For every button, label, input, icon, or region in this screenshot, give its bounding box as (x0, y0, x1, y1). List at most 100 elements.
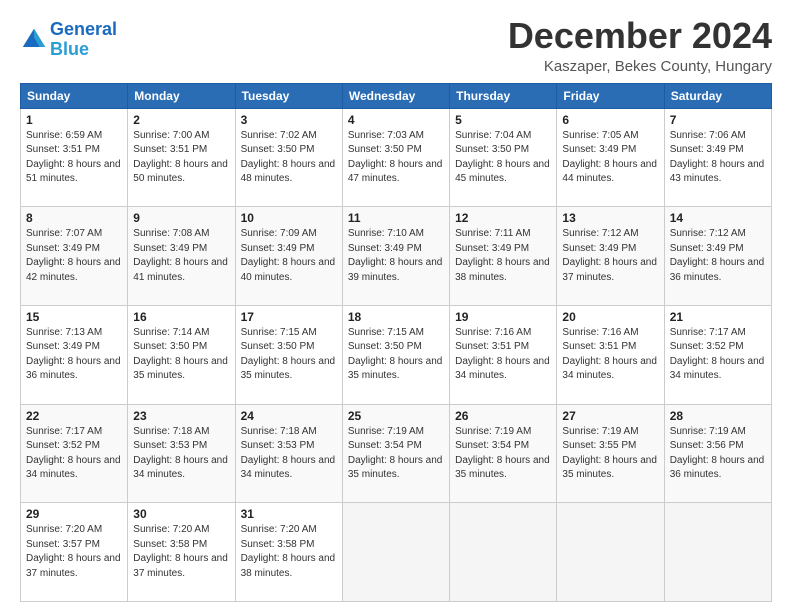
sunrise-label: Sunrise: 7:10 AM (348, 228, 424, 239)
daylight-label: Daylight: 8 hours and 35 minutes. (455, 455, 550, 481)
day-info: Sunrise: 7:15 AM Sunset: 3:50 PM Dayligh… (241, 326, 337, 384)
daylight-label: Daylight: 8 hours and 42 minutes. (26, 257, 121, 283)
day-info: Sunrise: 7:19 AM Sunset: 3:54 PM Dayligh… (455, 425, 551, 483)
sunset-label: Sunset: 3:49 PM (26, 341, 100, 352)
day-number: 16 (133, 310, 229, 324)
daylight-label: Daylight: 8 hours and 37 minutes. (26, 553, 121, 579)
day-info: Sunrise: 7:19 AM Sunset: 3:56 PM Dayligh… (670, 425, 766, 483)
sunset-label: Sunset: 3:49 PM (562, 144, 636, 155)
calendar-week-row: 1 Sunrise: 6:59 AM Sunset: 3:51 PM Dayli… (21, 108, 772, 207)
day-info: Sunrise: 7:16 AM Sunset: 3:51 PM Dayligh… (455, 326, 551, 384)
title-block: December 2024 Kaszaper, Bekes County, Hu… (508, 16, 772, 75)
sunset-label: Sunset: 3:49 PM (26, 243, 100, 254)
day-info: Sunrise: 7:07 AM Sunset: 3:49 PM Dayligh… (26, 227, 122, 285)
logo-icon (20, 26, 48, 54)
day-info: Sunrise: 6:59 AM Sunset: 3:51 PM Dayligh… (26, 129, 122, 187)
day-number: 18 (348, 310, 444, 324)
day-info: Sunrise: 7:18 AM Sunset: 3:53 PM Dayligh… (241, 425, 337, 483)
day-info: Sunrise: 7:16 AM Sunset: 3:51 PM Dayligh… (562, 326, 658, 384)
sunrise-label: Sunrise: 7:00 AM (133, 130, 209, 141)
day-number: 15 (26, 310, 122, 324)
sunset-label: Sunset: 3:51 PM (455, 341, 529, 352)
daylight-label: Daylight: 8 hours and 36 minutes. (26, 356, 121, 382)
daylight-label: Daylight: 8 hours and 35 minutes. (241, 356, 336, 382)
calendar-empty-cell (450, 503, 557, 602)
logo-line2: Blue (50, 39, 89, 59)
day-info: Sunrise: 7:20 AM Sunset: 3:57 PM Dayligh… (26, 523, 122, 581)
day-number: 31 (241, 507, 337, 521)
day-number: 29 (26, 507, 122, 521)
day-info: Sunrise: 7:18 AM Sunset: 3:53 PM Dayligh… (133, 425, 229, 483)
calendar-cell: 23 Sunrise: 7:18 AM Sunset: 3:53 PM Dayl… (128, 404, 235, 503)
calendar-cell: 2 Sunrise: 7:00 AM Sunset: 3:51 PM Dayli… (128, 108, 235, 207)
day-info: Sunrise: 7:04 AM Sunset: 3:50 PM Dayligh… (455, 129, 551, 187)
daylight-label: Daylight: 8 hours and 34 minutes. (562, 356, 657, 382)
daylight-label: Daylight: 8 hours and 35 minutes. (348, 356, 443, 382)
sunset-label: Sunset: 3:54 PM (348, 440, 422, 451)
calendar-cell: 25 Sunrise: 7:19 AM Sunset: 3:54 PM Dayl… (342, 404, 449, 503)
sunrise-label: Sunrise: 7:12 AM (562, 228, 638, 239)
calendar-cell: 17 Sunrise: 7:15 AM Sunset: 3:50 PM Dayl… (235, 305, 342, 404)
sunrise-label: Sunrise: 7:19 AM (348, 426, 424, 437)
calendar-cell: 29 Sunrise: 7:20 AM Sunset: 3:57 PM Dayl… (21, 503, 128, 602)
calendar: SundayMondayTuesdayWednesdayThursdayFrid… (20, 83, 772, 602)
sunrise-label: Sunrise: 7:09 AM (241, 228, 317, 239)
location: Kaszaper, Bekes County, Hungary (508, 58, 772, 75)
daylight-label: Daylight: 8 hours and 34 minutes. (670, 356, 765, 382)
calendar-header-row: SundayMondayTuesdayWednesdayThursdayFrid… (21, 83, 772, 108)
calendar-week-row: 29 Sunrise: 7:20 AM Sunset: 3:57 PM Dayl… (21, 503, 772, 602)
calendar-day-header: Friday (557, 83, 664, 108)
day-info: Sunrise: 7:14 AM Sunset: 3:50 PM Dayligh… (133, 326, 229, 384)
day-info: Sunrise: 7:12 AM Sunset: 3:49 PM Dayligh… (670, 227, 766, 285)
sunrise-label: Sunrise: 7:14 AM (133, 327, 209, 338)
sunrise-label: Sunrise: 7:11 AM (455, 228, 530, 239)
sunset-label: Sunset: 3:49 PM (241, 243, 315, 254)
sunset-label: Sunset: 3:49 PM (348, 243, 422, 254)
daylight-label: Daylight: 8 hours and 40 minutes. (241, 257, 336, 283)
day-number: 23 (133, 409, 229, 423)
day-number: 5 (455, 113, 551, 127)
calendar-day-header: Thursday (450, 83, 557, 108)
calendar-cell: 27 Sunrise: 7:19 AM Sunset: 3:55 PM Dayl… (557, 404, 664, 503)
daylight-label: Daylight: 8 hours and 45 minutes. (455, 159, 550, 185)
day-info: Sunrise: 7:12 AM Sunset: 3:49 PM Dayligh… (562, 227, 658, 285)
sunrise-label: Sunrise: 7:19 AM (455, 426, 531, 437)
sunset-label: Sunset: 3:54 PM (455, 440, 529, 451)
day-number: 25 (348, 409, 444, 423)
sunset-label: Sunset: 3:49 PM (670, 144, 744, 155)
day-number: 12 (455, 211, 551, 225)
sunset-label: Sunset: 3:53 PM (241, 440, 315, 451)
day-info: Sunrise: 7:02 AM Sunset: 3:50 PM Dayligh… (241, 129, 337, 187)
calendar-day-header: Saturday (664, 83, 771, 108)
calendar-day-header: Tuesday (235, 83, 342, 108)
sunset-label: Sunset: 3:51 PM (26, 144, 100, 155)
day-info: Sunrise: 7:20 AM Sunset: 3:58 PM Dayligh… (133, 523, 229, 581)
calendar-cell: 20 Sunrise: 7:16 AM Sunset: 3:51 PM Dayl… (557, 305, 664, 404)
calendar-cell: 30 Sunrise: 7:20 AM Sunset: 3:58 PM Dayl… (128, 503, 235, 602)
calendar-cell: 10 Sunrise: 7:09 AM Sunset: 3:49 PM Dayl… (235, 207, 342, 306)
day-info: Sunrise: 7:13 AM Sunset: 3:49 PM Dayligh… (26, 326, 122, 384)
day-number: 1 (26, 113, 122, 127)
sunrise-label: Sunrise: 7:15 AM (348, 327, 424, 338)
sunset-label: Sunset: 3:49 PM (670, 243, 744, 254)
daylight-label: Daylight: 8 hours and 38 minutes. (241, 553, 336, 579)
sunset-label: Sunset: 3:55 PM (562, 440, 636, 451)
day-number: 17 (241, 310, 337, 324)
calendar-cell: 7 Sunrise: 7:06 AM Sunset: 3:49 PM Dayli… (664, 108, 771, 207)
sunrise-label: Sunrise: 7:06 AM (670, 130, 746, 141)
sunset-label: Sunset: 3:49 PM (133, 243, 207, 254)
sunset-label: Sunset: 3:52 PM (26, 440, 100, 451)
sunrise-label: Sunrise: 7:13 AM (26, 327, 102, 338)
sunrise-label: Sunrise: 7:19 AM (670, 426, 746, 437)
daylight-label: Daylight: 8 hours and 41 minutes. (133, 257, 228, 283)
daylight-label: Daylight: 8 hours and 39 minutes. (348, 257, 443, 283)
sunrise-label: Sunrise: 7:04 AM (455, 130, 531, 141)
day-number: 13 (562, 211, 658, 225)
daylight-label: Daylight: 8 hours and 36 minutes. (670, 455, 765, 481)
sunrise-label: Sunrise: 7:16 AM (455, 327, 531, 338)
sunrise-label: Sunrise: 7:17 AM (26, 426, 102, 437)
sunrise-label: Sunrise: 7:18 AM (241, 426, 317, 437)
daylight-label: Daylight: 8 hours and 35 minutes. (133, 356, 228, 382)
day-number: 28 (670, 409, 766, 423)
calendar-empty-cell (342, 503, 449, 602)
